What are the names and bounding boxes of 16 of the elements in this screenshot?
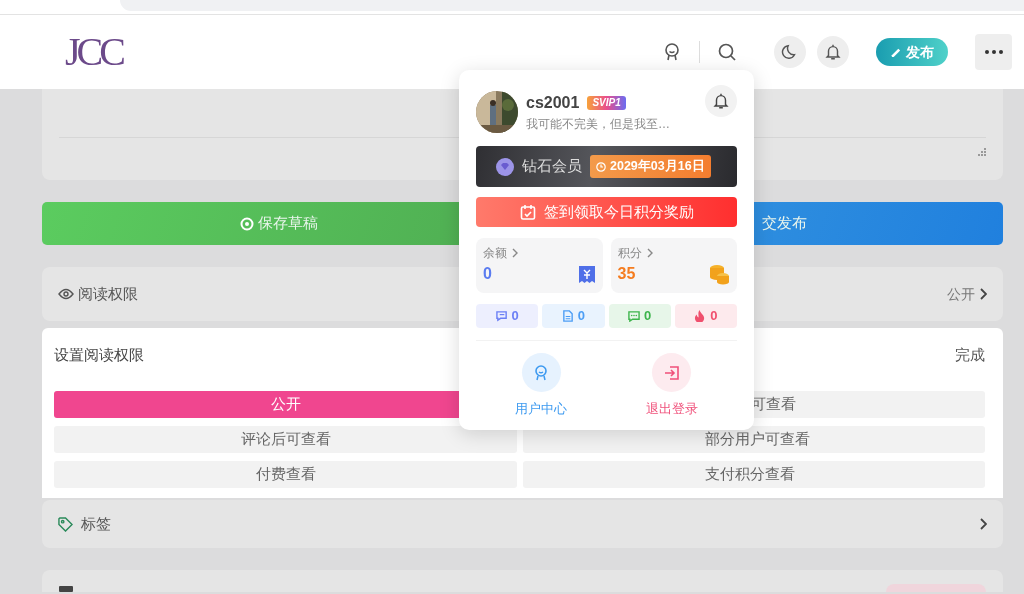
sheet-title: 设置阅读权限: [54, 345, 144, 366]
signature: 我可能不完美，但是我至…: [526, 116, 671, 133]
expiry-badge: 2029年03月16日: [590, 155, 711, 178]
read-permission-value: 公开: [947, 284, 975, 304]
vip-badge: SVIP1: [587, 96, 626, 110]
membership-name: 钻石会员: [522, 156, 582, 177]
read-permission-label: 阅读权限: [78, 283, 138, 304]
points-label: 积分: [617, 245, 642, 262]
balance-label: 余额: [483, 245, 507, 262]
counter-value: 0: [511, 307, 519, 326]
balance-value: 0: [483, 264, 492, 284]
counter-value: 0: [577, 307, 585, 326]
counter-value: 0: [644, 307, 652, 326]
counter-value: 0: [710, 307, 718, 326]
points-value: 35: [617, 264, 636, 284]
tags-label: 标签: [81, 513, 111, 534]
